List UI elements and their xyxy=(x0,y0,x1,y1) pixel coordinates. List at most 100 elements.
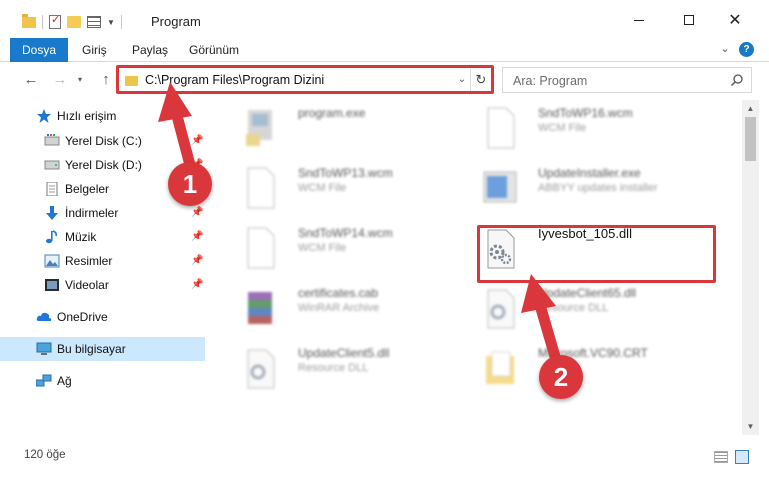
drive-icon xyxy=(44,134,60,146)
close-button[interactable]: ✕ xyxy=(712,0,758,40)
cloud-icon xyxy=(36,312,52,321)
scroll-thumb[interactable] xyxy=(745,117,756,161)
maximize-button[interactable] xyxy=(666,0,712,40)
maximize-icon xyxy=(684,15,694,25)
customize-toolbar-icon[interactable]: ▼ xyxy=(107,18,115,27)
file-icon xyxy=(247,167,275,209)
file-type: Resource DLL xyxy=(538,302,609,314)
file-type: ABBYY updates installer xyxy=(538,182,658,194)
file-item[interactable]: UpdateInstaller.exe ABBYY updates instal… xyxy=(460,160,710,216)
sidebar-item-label: Videolar xyxy=(65,278,109,292)
help-icon[interactable]: ? xyxy=(739,42,754,57)
search-box[interactable]: Ara: Program xyxy=(502,67,752,93)
search-input[interactable]: Ara: Program xyxy=(513,74,587,88)
star-icon xyxy=(37,109,51,123)
file-name: SndToWP16.wcm xyxy=(538,106,633,120)
details-view-icon[interactable] xyxy=(714,451,728,463)
videos-icon xyxy=(45,279,59,291)
tab-home[interactable]: Giriş xyxy=(82,38,107,62)
pin-icon: 📌 xyxy=(191,231,204,242)
file-item[interactable]: certificates.cab WinRAR Archive xyxy=(220,280,470,336)
recent-locations-icon[interactable]: ▾ xyxy=(74,70,86,90)
tab-share[interactable]: Paylaş xyxy=(132,38,168,62)
file-item[interactable]: SndToWP14.wcm WCM File xyxy=(220,220,470,276)
sidebar-item-label: İndirmeler xyxy=(65,206,119,220)
sidebar-item-label: Yerel Disk (D:) xyxy=(65,158,142,172)
network-icon xyxy=(36,374,52,387)
pin-icon: 📌 xyxy=(191,279,204,290)
new-folder-icon[interactable] xyxy=(67,16,81,28)
sidebar-item-label: Resimler xyxy=(65,254,113,268)
sidebar-item-downloads[interactable]: İndirmeler 📌 xyxy=(0,201,205,225)
search-icon[interactable] xyxy=(730,73,744,87)
sidebar-item-network[interactable]: Ağ xyxy=(0,369,205,393)
close-icon: ✕ xyxy=(728,12,742,29)
tab-file[interactable]: Dosya xyxy=(10,38,68,62)
sidebar-item-label: Yerel Disk (C:) xyxy=(65,134,142,148)
file-item[interactable]: Microsoft.VC90.CRT xyxy=(460,340,710,396)
large-icons-view-icon[interactable] xyxy=(735,450,749,464)
music-icon xyxy=(46,230,57,244)
file-name: UpdateClient5.dll xyxy=(298,346,390,360)
address-bar-highlight xyxy=(116,65,494,94)
toolbar-divider xyxy=(120,15,122,29)
vertical-scrollbar[interactable]: ▲ ▼ xyxy=(742,100,759,435)
documents-icon xyxy=(46,182,58,196)
scroll-down-icon[interactable]: ▼ xyxy=(742,418,759,435)
up-button[interactable]: ↑ xyxy=(95,70,117,90)
pin-icon: 📌 xyxy=(191,255,204,266)
file-icon xyxy=(247,227,275,269)
item-count: 120 öğe xyxy=(24,449,66,461)
file-name: program.exe xyxy=(298,106,366,120)
file-type: WCM File xyxy=(298,182,347,194)
scroll-up-icon[interactable]: ▲ xyxy=(742,100,759,117)
sidebar-item-local-disk-c[interactable]: Yerel Disk (C:) 📌 xyxy=(0,129,205,153)
window-title: Program xyxy=(151,14,201,29)
step-1-badge: 1 xyxy=(168,162,212,206)
sidebar-item-pictures[interactable]: Resimler 📌 xyxy=(0,249,205,273)
file-name: SndToWP13.wcm xyxy=(298,166,393,180)
tab-view[interactable]: Görünüm xyxy=(189,38,239,62)
forward-button[interactable]: → xyxy=(49,70,71,90)
file-name: certificates.cab xyxy=(298,286,379,300)
dll-icon xyxy=(247,349,275,389)
sidebar-item-label: Müzik xyxy=(65,230,97,244)
sidebar-item-label: OneDrive xyxy=(57,310,108,324)
file-item[interactable]: UpdateClient65.dll Resource DLL xyxy=(460,280,710,336)
folder-icon xyxy=(22,13,36,28)
drive-icon xyxy=(44,160,60,170)
file-item[interactable]: SndToWP13.wcm WCM File xyxy=(220,160,470,216)
navigation-pane: Hızlı erişim Yerel Disk (C:) 📌 Yerel Dis… xyxy=(0,100,210,435)
file-icon xyxy=(487,107,515,149)
sidebar-item-label: Bu bilgisayar xyxy=(57,342,126,356)
winrar-icon xyxy=(248,292,272,324)
sidebar-item-this-pc[interactable]: Bu bilgisayar xyxy=(0,337,205,361)
view-menu-icon[interactable] xyxy=(87,16,101,28)
minimize-button[interactable] xyxy=(616,0,662,40)
file-item[interactable]: program.exe xyxy=(220,100,470,156)
sidebar-item-onedrive[interactable]: OneDrive xyxy=(0,305,205,329)
installer-icon xyxy=(483,171,517,203)
sidebar-item-label: Belgeler xyxy=(65,182,110,196)
title-bar: ▼ Program ✕ xyxy=(0,0,769,40)
expand-ribbon-icon[interactable]: ⌄ xyxy=(718,42,732,56)
dll-file-highlight xyxy=(477,225,716,283)
file-name: UpdateClient65.dll xyxy=(538,286,637,300)
file-item[interactable]: UpdateClient5.dll Resource DLL xyxy=(220,340,470,396)
minimize-icon xyxy=(634,19,644,21)
status-bar: 120 öğe xyxy=(0,440,769,470)
download-icon xyxy=(46,206,58,220)
pictures-icon xyxy=(44,254,60,268)
properties-icon[interactable] xyxy=(49,13,61,29)
sidebar-item-label: Ağ xyxy=(57,374,72,388)
file-type: WCM File xyxy=(538,122,587,134)
file-item[interactable]: SndToWP16.wcm WCM File xyxy=(460,100,710,156)
back-button[interactable]: ← xyxy=(20,70,42,90)
sidebar-item-music[interactable]: Müzik 📌 xyxy=(0,225,205,249)
sidebar-item-quick-access[interactable]: Hızlı erişim xyxy=(0,104,205,128)
file-type: WCM File xyxy=(298,242,347,254)
exe-icon xyxy=(246,110,272,146)
sidebar-item-videos[interactable]: Videolar 📌 xyxy=(0,273,205,297)
folder-icon xyxy=(486,351,514,384)
toolbar-divider xyxy=(42,15,43,29)
